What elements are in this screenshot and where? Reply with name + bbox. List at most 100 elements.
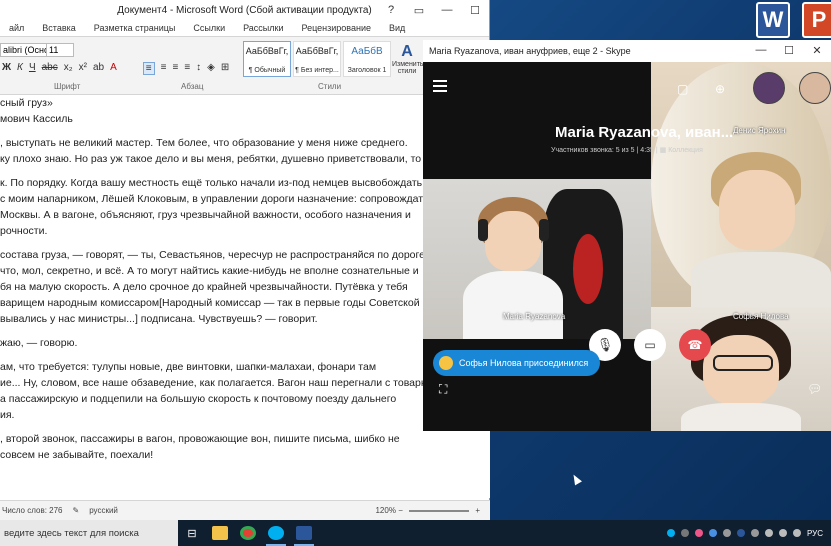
participant-avatar[interactable] [799, 72, 831, 104]
align-left-icon[interactable]: ≡ [142, 62, 155, 75]
ribbon: alibri (Основ 11 Ж К Ч abc x₂ x² ab A ≡ … [0, 37, 489, 95]
video-toggle-button[interactable]: ▭ [634, 329, 666, 361]
ribbon-tab[interactable]: Рассылки [234, 23, 292, 33]
document-line: что, мол, секретно, и всё. А то могут на… [0, 265, 419, 277]
line-spacing-icon[interactable]: ↕ [196, 62, 201, 75]
help-icon[interactable]: ? [377, 0, 405, 20]
zoom-in-icon[interactable]: + [475, 506, 480, 515]
skype-titlebar: Maria Ryazanova, иван ануфриев, еще 2 - … [423, 40, 831, 62]
proofing-icon[interactable]: ✎ [72, 506, 79, 515]
microphone-icon: 🎙︎ [596, 337, 614, 352]
zoom-slider[interactable] [409, 509, 470, 512]
close-icon[interactable]: ✕ [803, 40, 831, 60]
participant-shirt [691, 252, 831, 307]
ribbon-tab[interactable]: Разметка страницы [85, 23, 185, 33]
chat-icon[interactable]: 💬︎ [807, 382, 822, 396]
style-name: ¶ Обычный [248, 67, 286, 74]
word-titlebar: Документ4 - Microsoft Word (Сбой активац… [0, 0, 489, 20]
superscript-icon[interactable]: x² [79, 62, 87, 75]
input-language[interactable]: РУС [807, 529, 823, 538]
menu-icon[interactable] [433, 80, 447, 92]
minimize-icon[interactable]: — [433, 0, 461, 20]
dropbox-icon[interactable] [680, 529, 689, 537]
paragraph-group-label: Абзац [181, 82, 204, 91]
ribbon-tab[interactable]: Вид [380, 23, 414, 33]
camera-icon: ▭ [644, 338, 656, 352]
document-line: ам, что требуется: тулупы новые, две вин… [0, 361, 377, 373]
bold-icon[interactable]: Ж [2, 62, 11, 75]
skype-title: Maria Ryazanova, иван ануфриев, еще 2 - … [429, 46, 631, 56]
skype-window: Maria Ryazanova, иван ануфриев, еще 2 - … [423, 40, 831, 431]
ribbon-display-icon[interactable]: ▭ [405, 0, 433, 20]
justify-icon[interactable]: ≡ [184, 62, 190, 75]
borders-icon[interactable]: ⊞ [221, 62, 229, 75]
chair-accent [573, 234, 603, 304]
maximize-icon[interactable]: ☐ [461, 0, 489, 20]
fullscreen-icon[interactable]: ⛶ [439, 382, 447, 397]
skype-tray-icon[interactable] [666, 529, 675, 537]
document-line: ку плохо знаю. Но раз уж такое дело и вы… [0, 153, 422, 165]
tray-app-icon[interactable] [722, 529, 731, 537]
word-tray-icon[interactable] [736, 529, 745, 537]
tile-right-bot-name: Софья Нилова [733, 312, 789, 321]
task-view-icon[interactable]: ⊟ [178, 520, 206, 546]
network-icon[interactable] [778, 529, 787, 537]
document-line: бя на малую скорость. А дело срочное до … [0, 281, 408, 293]
shading-icon[interactable]: ◈ [207, 62, 215, 75]
font-color-icon[interactable]: A [110, 62, 117, 75]
style-name: ¶ Без интер... [295, 67, 339, 74]
underline-icon[interactable]: Ч [29, 62, 36, 75]
word-desktop-icon[interactable]: W [756, 2, 790, 38]
ribbon-tab[interactable]: Вставка [33, 23, 84, 33]
minimize-icon[interactable]: — [747, 40, 775, 60]
align-center-icon[interactable]: ≡ [161, 62, 167, 75]
call-title: Maria Ryazanova, иван... [555, 124, 734, 141]
strikethrough-icon[interactable]: abc [42, 62, 58, 75]
add-participant-icon[interactable]: ⊕ [715, 82, 725, 96]
ribbon-tab[interactable]: Ссылки [184, 23, 234, 33]
word-taskbar-icon[interactable] [290, 520, 318, 546]
document-line: вывались у нас министры...] подписана. Ч… [0, 313, 318, 325]
zoom-level[interactable]: 120% [375, 506, 395, 515]
taskbar-search[interactable]: ведите здесь текст для поиска [0, 520, 178, 546]
document-body[interactable]: сный груз» мович Кассиль , выступать не ве… [0, 95, 490, 498]
style-normal[interactable]: АаБбВвГг, ¶ Обычный [243, 41, 291, 77]
text-highlight-icon[interactable]: ab [93, 62, 104, 75]
ribbon-tabs: айл Вставка Разметка страницы Ссылки Рассылк… [0, 20, 489, 37]
chrome-icon[interactable] [234, 520, 262, 546]
volume-icon[interactable] [792, 529, 801, 537]
collection-link[interactable]: Коллекция [668, 147, 703, 154]
participant-avatar[interactable] [753, 72, 785, 104]
word-count[interactable]: Число слов: 276 [2, 506, 62, 515]
style-no-spacing[interactable]: АаБбВвГг, ¶ Без интер... [293, 41, 341, 77]
maximize-icon[interactable]: ☐ [775, 40, 803, 60]
language[interactable]: русский [89, 506, 118, 515]
headphones-icon [539, 219, 549, 241]
file-explorer-icon[interactable] [206, 520, 234, 546]
subscript-icon[interactable]: x₂ [64, 62, 73, 75]
skype-taskbar-icon[interactable] [262, 520, 290, 546]
video-tile-sofia[interactable] [651, 307, 831, 431]
hang-up-button[interactable]: ☎ [679, 329, 711, 361]
change-styles-button[interactable]: A Изменить стили [392, 43, 424, 75]
style-heading-1[interactable]: АаБбВ Заголовок 1 [343, 41, 391, 77]
participant-shirt [463, 271, 563, 339]
ribbon-tab[interactable]: айл [0, 23, 33, 33]
screen-share-icon[interactable]: ▢ [677, 82, 688, 96]
powerpoint-desktop-icon[interactable]: P [802, 2, 831, 38]
align-right-icon[interactable]: ≡ [172, 62, 178, 75]
change-styles-label: Изменить стили [392, 61, 424, 75]
bluetooth-icon[interactable] [708, 529, 717, 537]
zoom-out-icon[interactable]: − [398, 506, 403, 515]
document-line: совсем не забывайте, поехали! [0, 449, 154, 461]
ribbon-tab[interactable]: Рецензирование [293, 23, 381, 33]
battery-icon[interactable] [764, 529, 773, 537]
italic-icon[interactable]: К [17, 62, 23, 75]
document-line: ия. [0, 409, 15, 421]
tray-app-icon[interactable] [694, 529, 703, 537]
participant-face [485, 211, 541, 271]
font-size-select[interactable]: 11 [46, 43, 74, 57]
document-line: рочности. [0, 225, 48, 237]
chevron-up-icon[interactable] [750, 529, 759, 537]
